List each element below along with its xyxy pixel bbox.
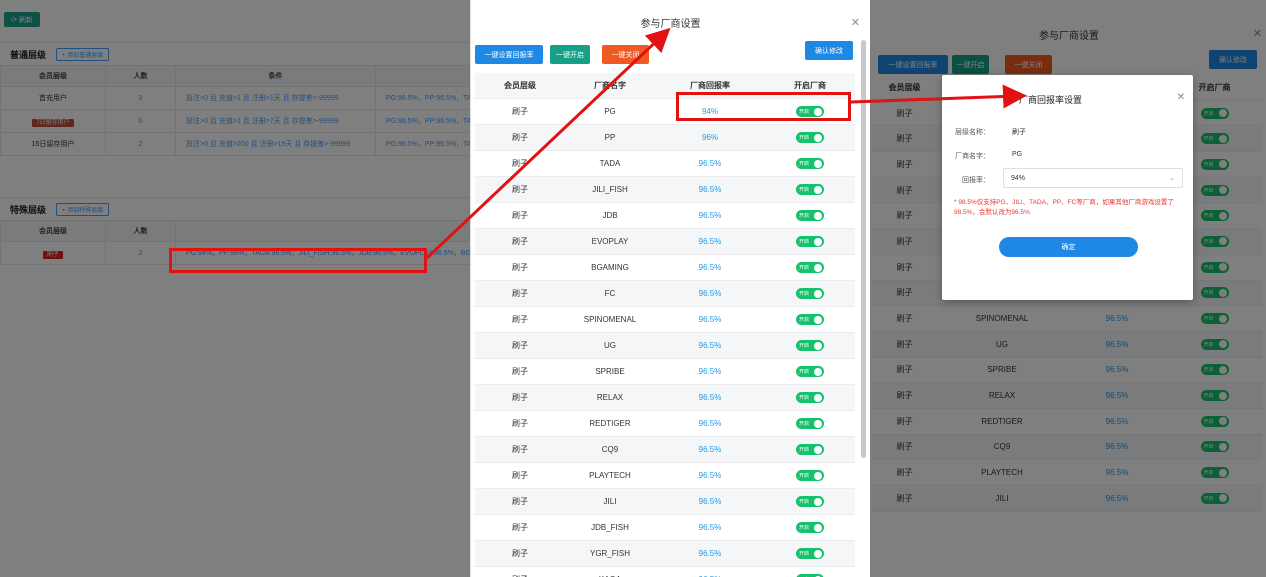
annotation-arrows [425,27,1027,260]
arrow-annotation [850,84,1027,109]
arrow-annotation [425,27,671,260]
